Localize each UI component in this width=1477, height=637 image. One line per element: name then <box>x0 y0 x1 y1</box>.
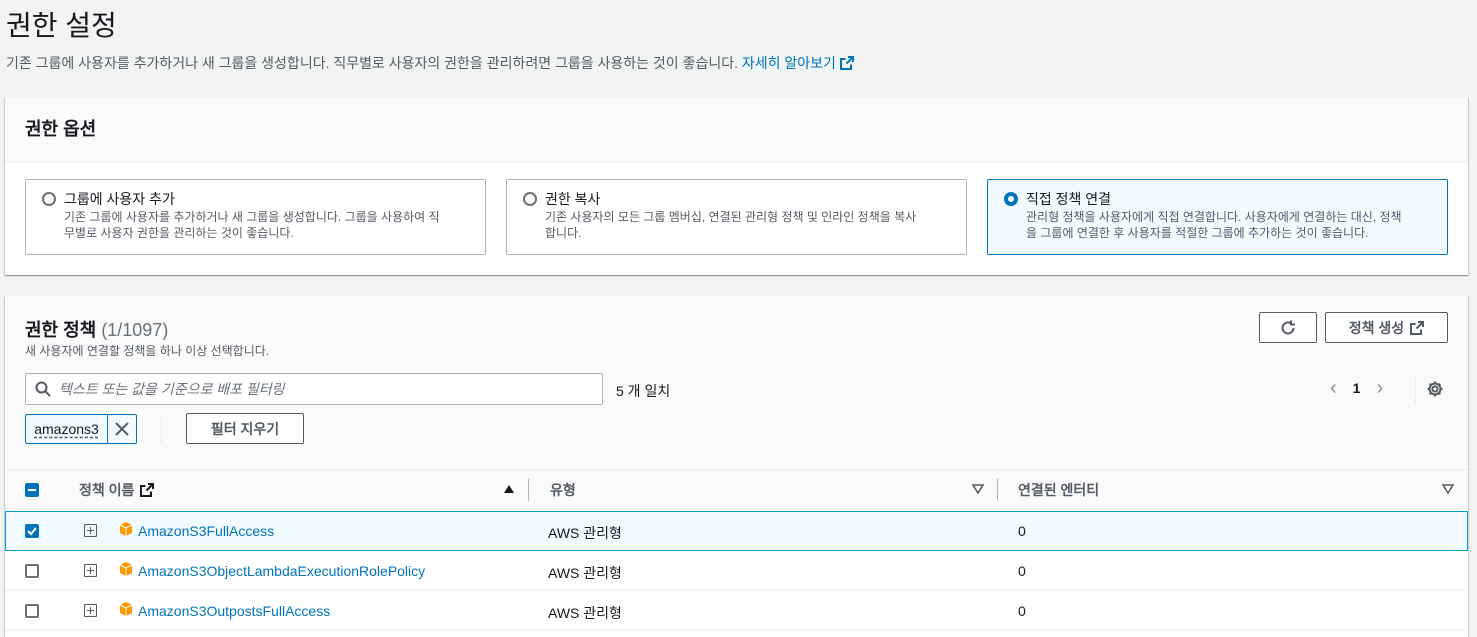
policy-entities: 0 <box>1018 563 1026 579</box>
expand-icon[interactable] <box>84 604 97 617</box>
option-add-to-group[interactable]: 그룹에 사용자 추가 기존 그룹에 사용자를 추가하거나 새 그룹을 생성합니다… <box>25 179 486 255</box>
filter-token: amazons3 <box>25 414 137 444</box>
match-count: 5 개 일치 <box>616 383 671 399</box>
permission-options-header: 권한 옵션 <box>5 97 1468 162</box>
policy-box-icon <box>119 522 133 536</box>
column-header-type[interactable]: 유형 <box>550 470 576 510</box>
page-number[interactable]: 1 <box>1353 380 1361 396</box>
divider <box>1415 374 1416 404</box>
option-desc: 을 그룹에 연결한 후 사용자를 적절한 그룹에 추가하는 것이 좋습니다. <box>1026 226 1369 240</box>
policy-name-link[interactable]: AmazonS3ObjectLambdaExecutionRolePolicy <box>138 563 425 579</box>
sort-up-icon[interactable] <box>503 484 515 494</box>
option-title: 직접 정책 연결 <box>1026 191 1112 207</box>
page-title: 권한 설정 <box>6 10 117 41</box>
option-title: 그룹에 사용자 추가 <box>64 191 175 207</box>
permission-options-title: 권한 옵션 <box>25 119 97 139</box>
row-checkbox[interactable] <box>25 524 39 538</box>
external-link-icon <box>1410 320 1425 335</box>
policy-type: AWS 관리형 <box>548 525 622 541</box>
radio-copy-permissions[interactable] <box>523 192 537 206</box>
policy-entities: 0 <box>1018 603 1026 619</box>
radio-attach-policies[interactable] <box>1004 192 1018 206</box>
policies-title: 권한 정책 (1/1097) <box>25 316 168 342</box>
external-link-icon <box>839 56 854 70</box>
expand-icon[interactable] <box>84 564 97 577</box>
refresh-button[interactable] <box>1259 312 1317 343</box>
sort-down-icon[interactable] <box>1442 484 1454 494</box>
clear-filter-button[interactable]: 필터 지우기 <box>186 413 304 444</box>
filter-token-label[interactable]: amazons3 <box>26 415 108 443</box>
option-copy-permissions[interactable]: 권한 복사 기존 사용자의 모든 그룹 멤버십, 연결된 관리형 정책 및 인라… <box>506 179 967 255</box>
learn-more-link[interactable]: 자세히 알아보기 <box>742 55 854 71</box>
create-policy-button[interactable]: 정책 생성 <box>1325 312 1448 343</box>
option-desc: 합니다. <box>545 226 582 240</box>
permission-policies-panel: 권한 정책 (1/1097) 새 사용자에 연결할 정책을 하나 이상 선택합니… <box>5 296 1468 637</box>
close-icon[interactable] <box>108 415 136 443</box>
policy-box-icon <box>119 602 133 616</box>
policy-entities: 0 <box>1018 523 1026 539</box>
policies-subtitle: 새 사용자에 연결할 정책을 하나 이상 선택합니다. <box>25 344 270 358</box>
table-row[interactable]: AmazonS3OutpostsFullAccess AWS 관리형 0 <box>5 591 1468 631</box>
external-link-icon <box>140 483 155 497</box>
policy-search-input[interactable] <box>59 379 589 399</box>
column-divider[interactable] <box>997 479 998 501</box>
policy-name-link[interactable]: AmazonS3OutpostsFullAccess <box>138 603 330 619</box>
refresh-icon <box>1281 320 1295 334</box>
option-desc: 기존 사용자의 모든 그룹 멤버십, 연결된 관리형 정책 및 인라인 정책을 … <box>545 210 917 224</box>
select-all-checkbox[interactable] <box>25 483 39 497</box>
column-header-entities[interactable]: 연결된 엔터티 <box>1018 470 1099 510</box>
chevron-right-icon[interactable]: › <box>1376 378 1383 398</box>
page-description-text: 기존 그룹에 사용자를 추가하거나 새 그룹을 생성합니다. 직무별로 사용자의… <box>6 55 738 71</box>
policy-box-icon <box>119 562 133 576</box>
page-description: 기존 그룹에 사용자를 추가하거나 새 그룹을 생성합니다. 직무별로 사용자의… <box>6 53 854 73</box>
policy-type: AWS 관리형 <box>548 605 622 621</box>
chevron-left-icon[interactable]: ‹ <box>1330 378 1337 398</box>
option-desc: 관리형 정책을 사용자에게 직접 연결합니다. 사용자에게 연결하는 대신, 정… <box>1026 210 1402 224</box>
permission-options-panel: 권한 옵션 그룹에 사용자 추가 기존 그룹에 사용자를 추가하거나 새 그룹을… <box>5 97 1468 275</box>
create-policy-label: 정책 생성 <box>1348 319 1405 336</box>
table-row[interactable]: AmazonS3FullAccess AWS 관리형 0 <box>5 511 1468 551</box>
policy-search-box[interactable] <box>25 373 603 405</box>
row-checkbox[interactable] <box>25 604 39 618</box>
option-desc: 무별로 사용자 권한을 관리하는 것이 좋습니다. <box>64 226 294 240</box>
option-desc: 기존 그룹에 사용자를 추가하거나 새 그룹을 생성합니다. 그룹을 사용하여 … <box>64 210 440 224</box>
radio-add-to-group[interactable] <box>42 192 56 206</box>
column-name-label: 정책 이름 <box>79 482 135 498</box>
pagination: ‹ 1 › <box>1330 378 1383 398</box>
divider <box>161 414 162 444</box>
learn-more-label: 자세히 알아보기 <box>741 55 836 71</box>
policies-count: (1/1097) <box>101 320 169 340</box>
table-header: 정책 이름 유형 연결된 엔터티 <box>5 469 1468 509</box>
policy-type: AWS 관리형 <box>548 565 622 581</box>
gear-icon[interactable] <box>1426 380 1444 398</box>
option-title: 권한 복사 <box>545 191 601 207</box>
sort-down-icon[interactable] <box>972 484 984 494</box>
expand-icon[interactable] <box>84 524 97 537</box>
column-divider[interactable] <box>528 479 529 501</box>
search-icon <box>35 381 51 397</box>
table-row[interactable]: AmazonS3ObjectLambdaExecutionRolePolicy … <box>5 551 1468 591</box>
option-attach-policies[interactable]: 직접 정책 연결 관리형 정책을 사용자에게 직접 연결합니다. 사용자에게 연… <box>987 179 1448 255</box>
policy-name-link[interactable]: AmazonS3FullAccess <box>138 523 274 539</box>
column-header-name[interactable]: 정책 이름 <box>79 470 155 510</box>
policies-title-text: 권한 정책 <box>25 320 97 340</box>
row-checkbox[interactable] <box>25 564 39 578</box>
